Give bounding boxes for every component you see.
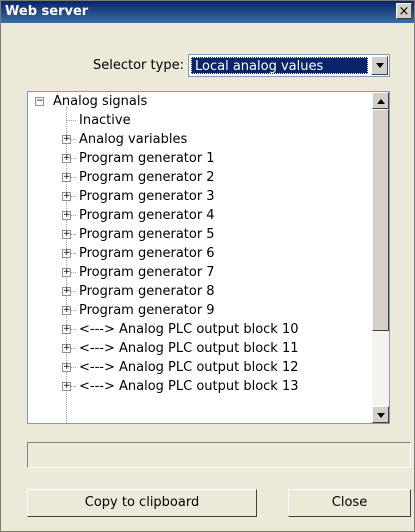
scrollbar-thumb[interactable]: [372, 109, 389, 331]
scroll-down-button[interactable]: [372, 406, 389, 423]
tree-branch-line: [67, 120, 76, 121]
title-bar: Web server ×: [1, 1, 414, 23]
tree-item[interactable]: <---> Analog PLC output block 10: [79, 320, 299, 339]
tree-branch-line: [71, 196, 76, 197]
tree-item[interactable]: Program generator 8: [79, 282, 215, 301]
tree-branch-line: [71, 253, 76, 254]
scroll-up-button[interactable]: [372, 92, 389, 109]
vertical-scrollbar[interactable]: [372, 92, 389, 423]
tree-item[interactable]: Program generator 6: [79, 244, 215, 263]
tree-branch-line: [71, 291, 76, 292]
tree-branch-line: [71, 329, 76, 330]
tree-item[interactable]: Program generator 1: [79, 149, 215, 168]
expand-icon[interactable]: +: [62, 249, 71, 258]
tree-branch-line: [71, 367, 76, 368]
expand-icon[interactable]: +: [62, 344, 71, 353]
tree-root-label[interactable]: Analog signals: [53, 92, 147, 111]
tree-branch-line: [71, 158, 76, 159]
tree-item-inactive[interactable]: Inactive: [79, 111, 131, 130]
expand-icon[interactable]: +: [62, 173, 71, 182]
tree-branch-line: [71, 348, 76, 349]
tree-branch-line: [71, 139, 76, 140]
tree-branch-line: [71, 234, 76, 235]
status-field: [27, 442, 411, 468]
expand-icon[interactable]: +: [62, 192, 71, 201]
close-button[interactable]: Close: [288, 489, 411, 517]
signal-tree[interactable]: − Analog signals Inactive + Analog varia…: [27, 91, 390, 424]
selector-type-dropdown[interactable]: Local analog values: [188, 54, 390, 77]
expand-icon[interactable]: +: [62, 268, 71, 277]
tree-item[interactable]: Program generator 7: [79, 263, 215, 282]
expand-icon[interactable]: +: [62, 382, 71, 391]
expand-icon[interactable]: +: [62, 154, 71, 163]
tree-item[interactable]: Program generator 9: [79, 301, 215, 320]
expand-icon[interactable]: +: [62, 135, 71, 144]
expand-icon[interactable]: +: [62, 230, 71, 239]
web-server-dialog: Web server × Selector type: Local analog…: [0, 0, 415, 532]
tree-item[interactable]: <---> Analog PLC output block 11: [79, 339, 299, 358]
tree-item[interactable]: Analog variables: [79, 130, 187, 149]
tree-item[interactable]: Program generator 4: [79, 206, 215, 225]
close-window-button[interactable]: ×: [396, 3, 412, 19]
window-title: Web server: [5, 4, 89, 19]
tree-item[interactable]: Program generator 2: [79, 168, 215, 187]
selector-type-value[interactable]: Local analog values: [191, 57, 368, 74]
collapse-icon[interactable]: −: [35, 97, 44, 106]
copy-to-clipboard-button[interactable]: Copy to clipboard: [27, 489, 257, 517]
expand-icon[interactable]: +: [62, 363, 71, 372]
chevron-down-icon: [376, 63, 384, 68]
expand-icon[interactable]: +: [62, 287, 71, 296]
chevron-up-icon: [377, 99, 385, 104]
tree-item[interactable]: Program generator 5: [79, 225, 215, 244]
tree-branch-line: [71, 215, 76, 216]
tree-branch-line: [71, 272, 76, 273]
chevron-down-icon: [377, 413, 385, 418]
tree-branch-line: [71, 310, 76, 311]
expand-icon[interactable]: +: [62, 306, 71, 315]
tree-item[interactable]: <---> Analog PLC output block 12: [79, 358, 299, 377]
expand-icon[interactable]: +: [62, 211, 71, 220]
tree-branch-line: [71, 177, 76, 178]
tree-item[interactable]: <---> Analog PLC output block 13: [79, 377, 299, 396]
tree-branch-line: [71, 386, 76, 387]
expand-icon[interactable]: +: [62, 325, 71, 334]
tree-item[interactable]: Program generator 3: [79, 187, 215, 206]
dropdown-button[interactable]: [371, 56, 388, 75]
selector-type-label: Selector type:: [93, 58, 184, 73]
